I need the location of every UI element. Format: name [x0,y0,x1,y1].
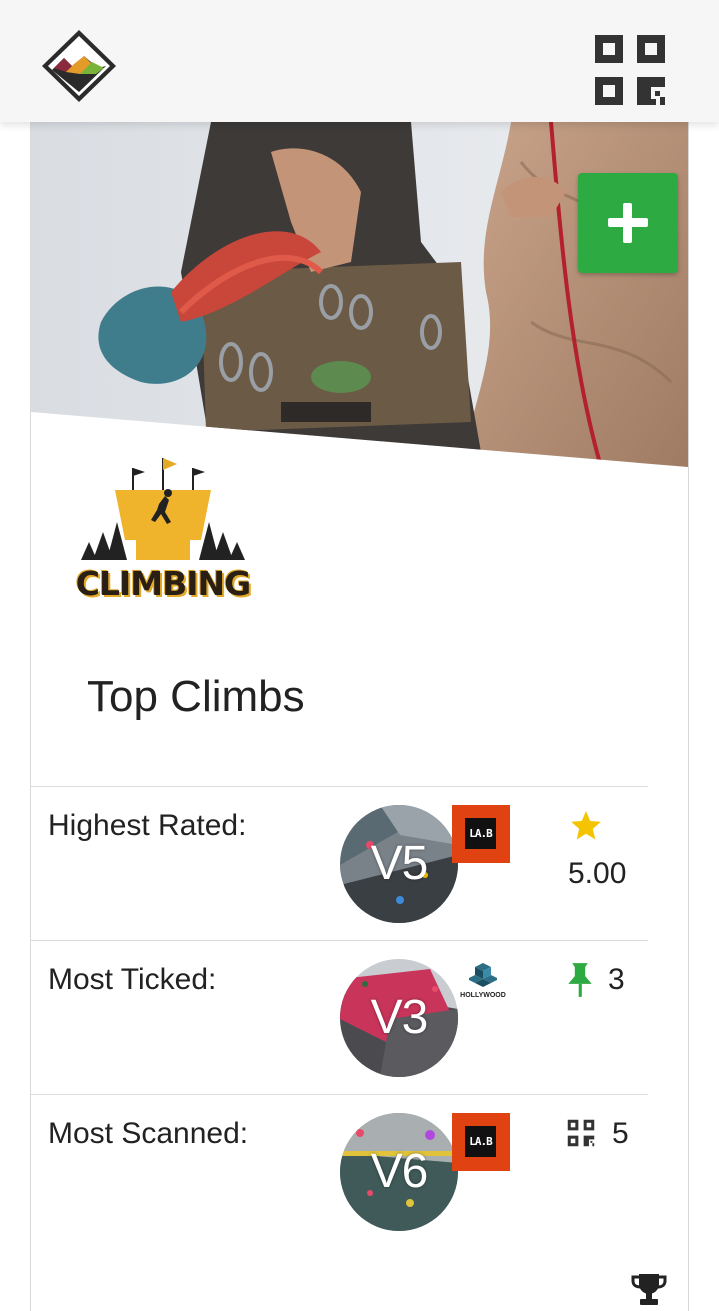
section-title: Top Climbs [87,672,305,721]
climbing-wall-logo-icon [81,458,245,560]
gym-badge-text: HOLLYWOOD [460,992,506,999]
gym-badge-text: LA.B [465,818,496,849]
row-label: Most Scanned: [48,1117,249,1150]
climb-grade: V6 [370,1145,429,1198]
climb-avatar[interactable]: V3 [340,959,458,1077]
pin-icon [568,963,592,997]
gym-logo-text: CLIMBING [75,564,252,603]
top-climb-row-most-ticked[interactable]: Most Ticked: V3 HOLLYWOOD 3 [31,940,648,1095]
stat-value: 5.00 [568,857,627,890]
stat-value: 3 [608,963,625,996]
qr-code-icon [567,1119,595,1147]
mountain-logo-icon[interactable] [40,28,118,104]
climb-avatar[interactable]: V5 [340,805,458,923]
row-label: Highest Rated: [48,809,247,842]
hero-image [31,122,688,472]
add-button[interactable] [578,173,678,273]
gym-badge-lab[interactable]: LA.B [452,805,510,863]
row-label: Most Ticked: [48,963,217,996]
star-icon [571,811,601,840]
top-climb-row-most-scanned[interactable]: Most Scanned: V6 LA.B 5 [31,1094,648,1249]
climb-grade: V5 [370,837,429,890]
climb-grade: V3 [370,991,429,1044]
stat-value: 5 [612,1117,629,1150]
gym-logo: CLIMBING [73,456,253,608]
trophy-icon[interactable] [631,1272,667,1306]
gym-badge-text: LA.B [465,1126,496,1157]
gym-badge-hollywood[interactable]: HOLLYWOOD [452,961,514,1009]
gym-badge-lab[interactable]: LA.B [452,1113,510,1171]
qr-scan-button[interactable] [593,33,667,107]
gym-card: CLIMBING Top Climbs Highest Rated: V5 LA… [30,122,689,1311]
cube-logo-icon [469,963,497,987]
top-climb-row-highest-rated[interactable]: Highest Rated: V5 LA.B 5.00 [31,786,648,941]
top-app-bar [0,0,719,122]
climb-avatar[interactable]: V6 [340,1113,458,1231]
